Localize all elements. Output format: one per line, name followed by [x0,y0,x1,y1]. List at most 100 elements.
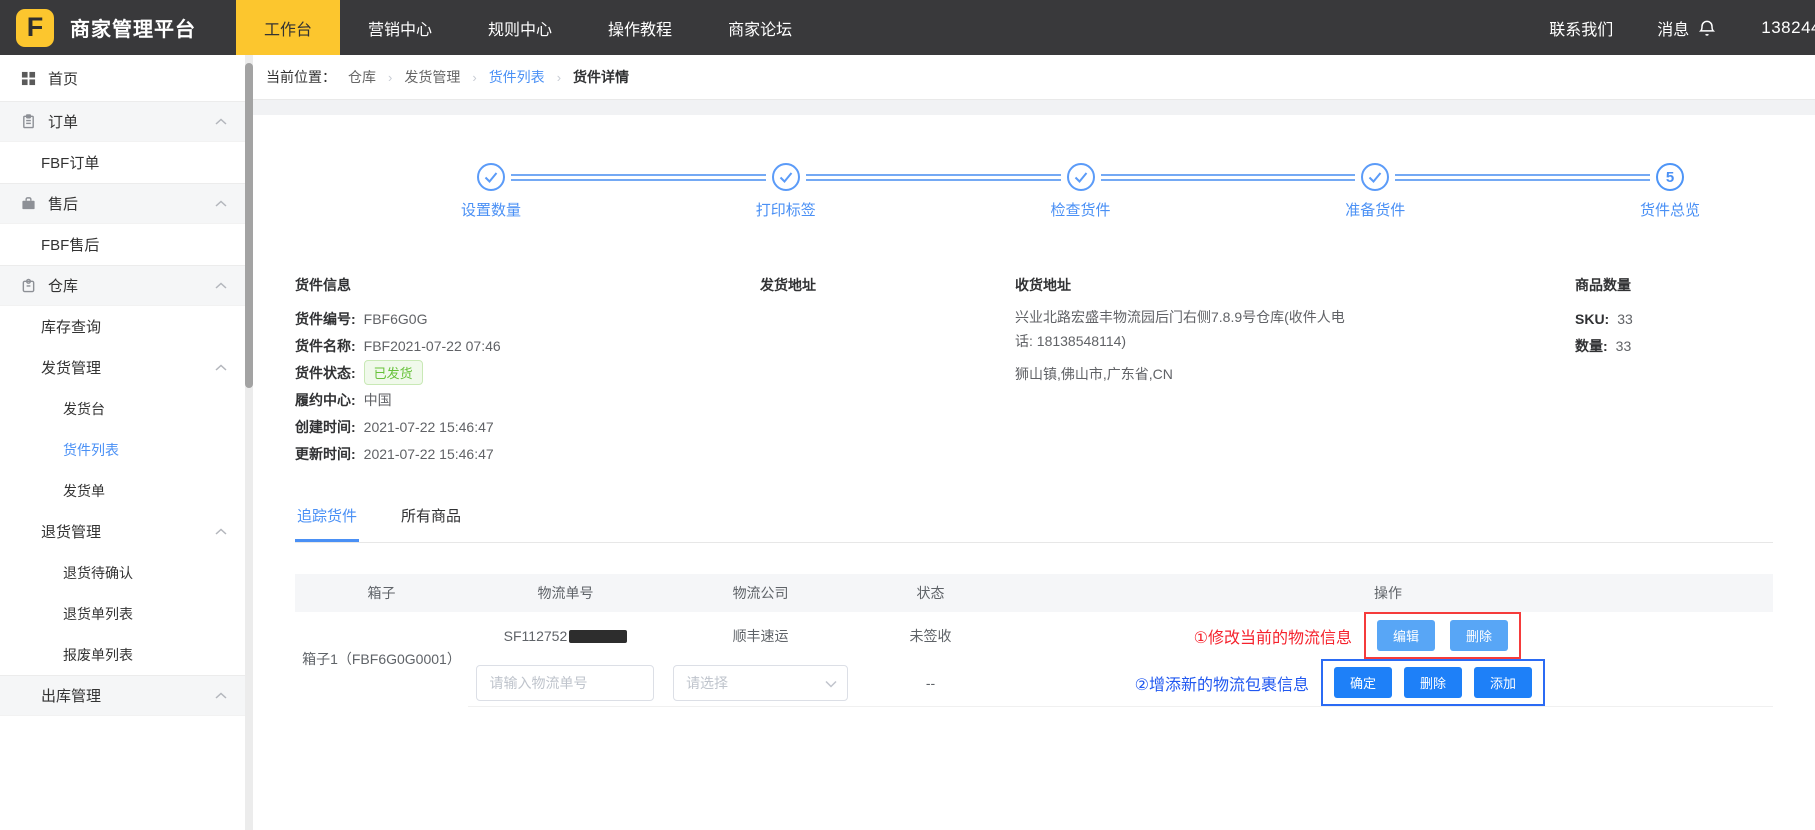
chevron-up-icon [215,692,227,700]
tag-icon [21,278,37,293]
tab-all-products[interactable]: 所有商品 [399,499,463,542]
sidebar-item-home[interactable]: 首页 [0,55,245,101]
tab-track-shipment[interactable]: 追踪货件 [295,499,359,542]
col-header-tracking: 物流单号 [468,574,663,612]
status-cell: 未签收 [858,612,1003,659]
delete-button[interactable]: 删除 [1450,620,1508,651]
chevron-up-icon [215,118,227,126]
sidebar-item-shipping-order[interactable]: 发货单 [0,470,245,511]
ship-from-column: 发货地址 [760,275,1015,467]
app-logo: F [16,9,54,47]
scrollbar-thumb[interactable] [245,63,253,388]
nav-item-tutorial[interactable]: 操作教程 [580,0,700,55]
check-circle-icon [1067,163,1095,191]
quantity-column: 商品数量 SKU:33 数量:33 [1575,275,1773,467]
delete-button[interactable]: 删除 [1404,667,1462,698]
step-shipment-overview: 5 货件总览 [1656,163,1684,191]
created-time: 2021-07-22 15:46:47 [364,419,494,435]
chevron-down-icon [825,675,837,691]
carrier-cell: 顺丰速运 [663,612,858,659]
step-set-quantity: 设置数量 [477,163,505,191]
edit-button[interactable]: 编辑 [1377,620,1435,651]
col-header-carrier: 物流公司 [663,574,858,612]
breadcrumb-shipping-management[interactable]: 发货管理 [404,67,460,87]
step-check-shipment: 检查货件 [1067,163,1095,191]
breadcrumb-shipment-list[interactable]: 货件列表 [489,67,545,87]
package-table: 箱子 物流单号 物流公司 状态 操作 箱子1（FBF6G0G0001） SF11… [295,574,1773,707]
sidebar-group-orders[interactable]: 订单 [0,101,245,142]
top-navigation-bar: F 商家管理平台 工作台 营销中心 规则中心 操作教程 商家论坛 联系我们 消息… [0,0,1815,55]
carrier-select[interactable]: 请选择 [673,665,848,701]
messages-label: 消息 [1657,16,1689,40]
receiver-region: 狮山镇,佛山市,广东省,CN [1015,362,1360,386]
chevron-up-icon [215,200,227,208]
sidebar-group-outbound-management[interactable]: 出库管理 [0,675,245,716]
col-header-box: 箱子 [295,574,468,612]
bell-icon[interactable] [1697,18,1717,38]
ship-from-title: 发货地址 [760,275,1015,295]
col-header-operations: 操作 [1003,574,1773,612]
top-nav: 工作台 营销中心 规则中心 操作教程 商家论坛 [236,0,820,55]
redacted-tracking-digits [569,630,627,643]
tracking-number-cell: SF112752 [468,612,663,659]
sidebar-item-fbf-orders[interactable]: FBF订单 [0,142,245,183]
sidebar-item-shipment-list[interactable]: 货件列表 [0,429,245,470]
messages-link[interactable]: 消息 [1657,16,1717,40]
nav-item-forum[interactable]: 商家论坛 [700,0,820,55]
receiver-address: 兴业北路宏盛丰物流园后门右侧7.8.9号仓库(收件人电话: 1813854811… [1015,305,1360,353]
breadcrumb-prefix: 当前位置： [266,67,336,87]
chevron-up-icon [215,364,227,372]
step-prepare-shipment: 准备货件 [1361,163,1389,191]
shipment-info-column: 货件信息 货件编号:FBF6G0G 货件名称:FBF2021-07-22 07:… [295,275,760,467]
edit-buttons-highlight-box: 编辑 删除 [1364,612,1521,659]
app-title: 商家管理平台 [70,13,196,42]
grid-icon [21,71,37,86]
sidebar-item-scrap-list[interactable]: 报废单列表 [0,634,245,675]
shipment-info-title: 货件信息 [295,275,760,295]
nav-item-marketing[interactable]: 营销中心 [340,0,460,55]
account-number[interactable]: 138244 [1761,18,1815,38]
shipment-code: FBF6G0G [364,311,428,327]
annotation-add-package: ②增添新的物流包裹信息 [1135,671,1309,695]
confirm-button[interactable]: 确定 [1334,667,1392,698]
step-connector [1101,174,1356,181]
sidebar-item-return-pending[interactable]: 退货待确认 [0,552,245,593]
shipment-name: FBF2021-07-22 07:46 [364,338,501,354]
step-print-label: 打印标签 [772,163,800,191]
sidebar-item-shipping-desk[interactable]: 发货台 [0,388,245,429]
sidebar-group-shipping-management[interactable]: 发货管理 [0,347,245,388]
ship-to-column: 收货地址 兴业北路宏盛丰物流园后门右侧7.8.9号仓库(收件人电话: 18138… [1015,275,1575,467]
box-label: 箱子1（FBF6G0G0001） [295,612,468,707]
breadcrumb-separator: › [388,70,392,85]
sidebar: 首页 订单 FBF订单 售后 [0,55,245,830]
tracking-number-input[interactable] [476,665,654,701]
contact-us-link[interactable]: 联系我们 [1549,16,1613,40]
add-button[interactable]: 添加 [1474,667,1532,698]
ship-to-title: 收货地址 [1015,275,1575,295]
updated-time: 2021-07-22 15:46:47 [364,446,494,462]
step-connector [806,174,1061,181]
sidebar-item-return-list[interactable]: 退货单列表 [0,593,245,634]
table-header-row: 箱子 物流单号 物流公司 状态 操作 [295,574,1773,612]
col-header-status: 状态 [858,574,1003,612]
table-row-new-package: 请选择 -- ②增添新的物流包裹信息 [295,659,1773,707]
add-buttons-highlight-box: 确定 删除 添加 [1321,659,1545,706]
step-connector [511,174,766,181]
chevron-up-icon [215,282,227,290]
sidebar-item-inventory-query[interactable]: 库存查询 [0,306,245,347]
sidebar-group-aftersales[interactable]: 售后 [0,183,245,224]
nav-item-rules[interactable]: 规则中心 [460,0,580,55]
sidebar-scrollbar [245,55,253,830]
status-badge: 已发货 [364,360,423,385]
sidebar-group-return-management[interactable]: 退货管理 [0,511,245,552]
annotation-edit-logistics: ①修改当前的物流信息 [1194,624,1352,648]
sidebar-item-fbf-aftersales[interactable]: FBF售后 [0,224,245,265]
sidebar-group-warehouse[interactable]: 仓库 [0,265,245,306]
table-row-existing-package: 箱子1（FBF6G0G0001） SF112752 顺丰速运 未签收 ①修改当前… [295,612,1773,659]
breadcrumb-warehouse[interactable]: 仓库 [348,67,376,87]
quantity-title: 商品数量 [1575,275,1773,295]
breadcrumb-separator: › [557,70,561,85]
clipboard-icon [21,114,37,129]
nav-item-workbench[interactable]: 工作台 [236,0,340,55]
shipment-detail-card: 设置数量 打印标签 检查货件 [253,115,1815,830]
